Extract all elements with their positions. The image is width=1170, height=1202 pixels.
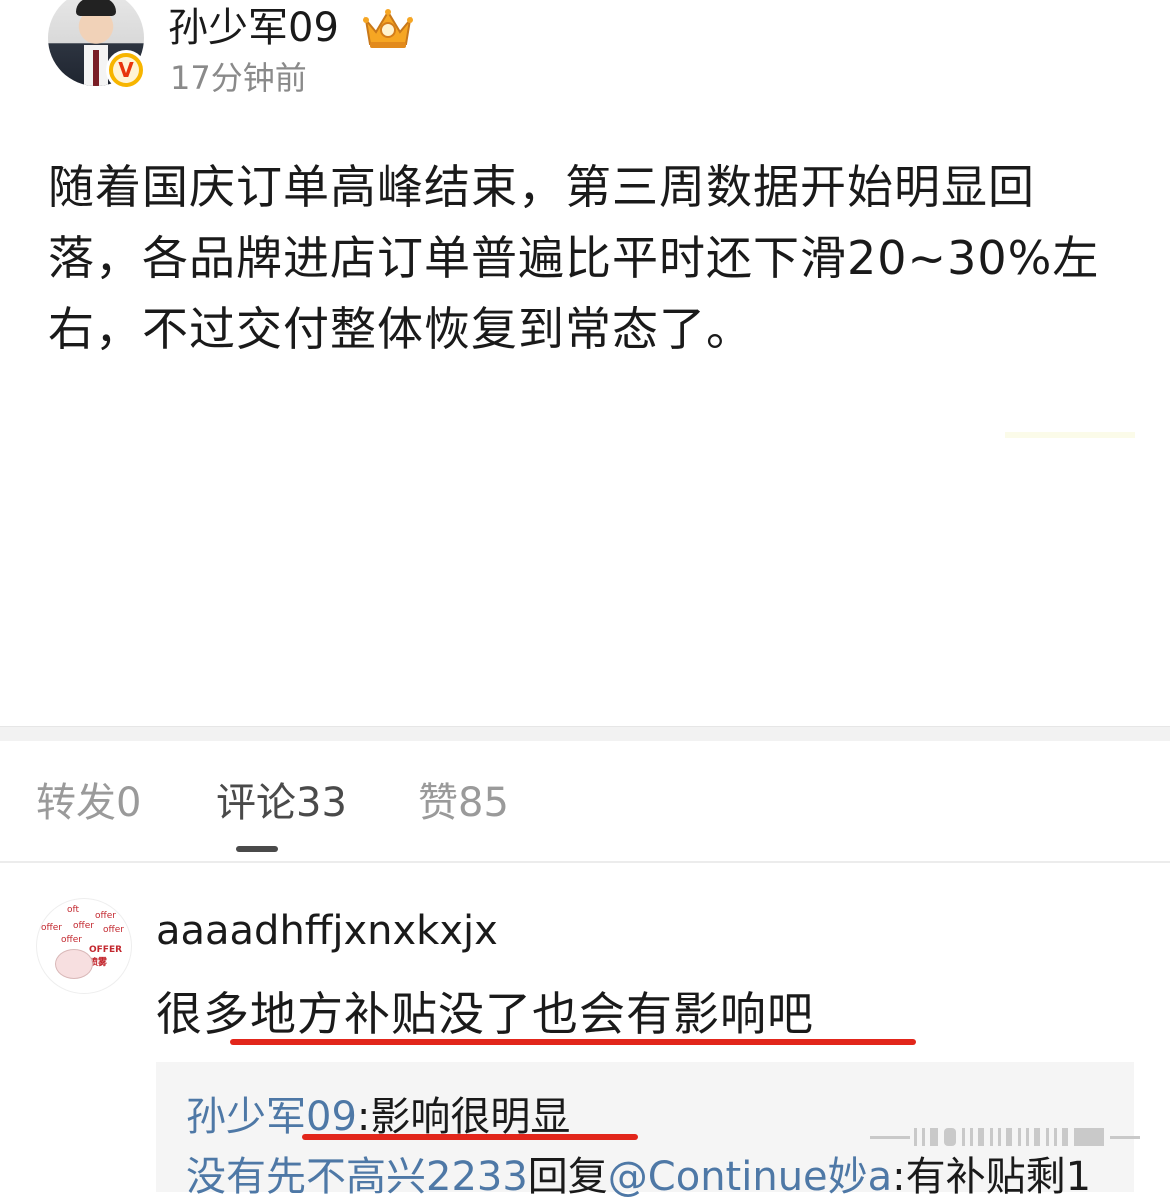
post-body-text: 随着国庆订单高峰结束，第三周数据开始明显回落，各品牌进店订单普遍比平时还下滑20… bbox=[48, 160, 1100, 356]
decorative-line bbox=[1005, 432, 1135, 438]
red-annotation-underline bbox=[302, 1134, 638, 1140]
reply-verb: 回复 bbox=[527, 1154, 608, 1200]
avatar-caption: OFFER喷雾 bbox=[89, 945, 123, 968]
reply-text: :有补贴剩1 bbox=[892, 1154, 1092, 1200]
commenter-avatar[interactable]: oft offer offer offer offer offer OFFER喷… bbox=[36, 898, 132, 994]
active-tab-indicator bbox=[236, 846, 278, 852]
watermark-barcode bbox=[870, 1128, 1140, 1146]
crown-icon[interactable] bbox=[360, 4, 416, 52]
tabs-divider bbox=[0, 861, 1170, 863]
reply-author[interactable]: 没有先不高兴2233 bbox=[186, 1154, 528, 1200]
tab-comments[interactable]: 评论33 bbox=[216, 778, 347, 828]
post-author-name[interactable]: 孙少军09 bbox=[168, 4, 339, 52]
post-timestamp: 17分钟前 bbox=[170, 59, 307, 97]
tab-repost[interactable]: 转发0 bbox=[36, 778, 141, 828]
reply-mention[interactable]: @Continue妙a bbox=[608, 1154, 892, 1200]
verified-badge-icon: V bbox=[106, 50, 146, 90]
red-annotation-underline bbox=[230, 1039, 916, 1045]
section-divider bbox=[0, 726, 1170, 741]
commenter-name[interactable]: aaaadhffjxnxkxjx bbox=[156, 906, 498, 956]
reply-item[interactable]: 没有先不高兴2233回复@Continue妙a:有补贴剩1 bbox=[186, 1152, 1091, 1202]
tab-likes[interactable]: 赞85 bbox=[418, 778, 509, 828]
comment-text: 很多地方补贴没了也会有影响吧 bbox=[156, 987, 814, 1041]
